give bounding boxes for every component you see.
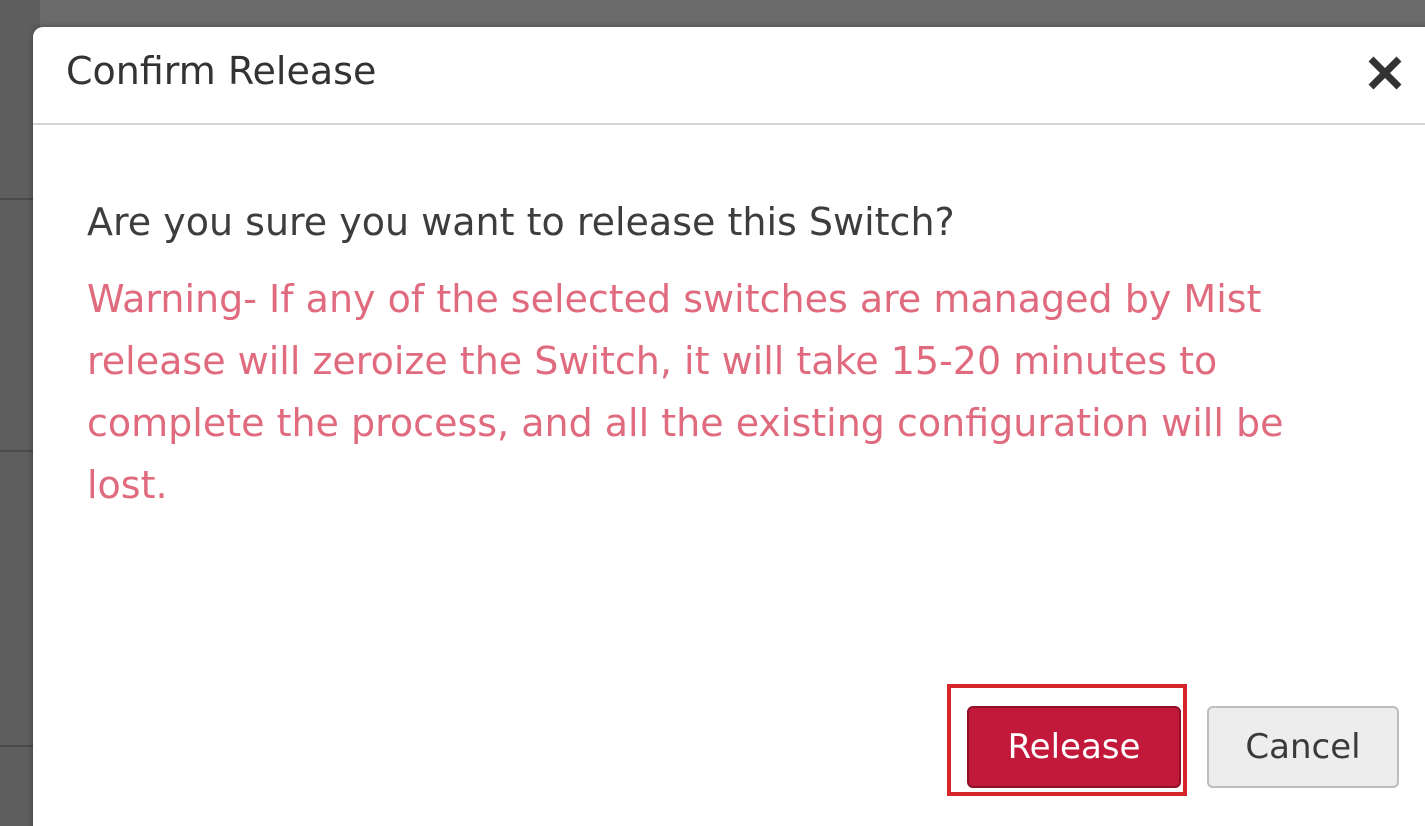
cancel-button[interactable]: Cancel <box>1207 706 1399 788</box>
dialog-body: Are you sure you want to release this Sw… <box>87 198 1327 516</box>
dialog-title: Confirm Release <box>66 49 377 93</box>
warning-message: Warning- If any of the selected switches… <box>87 277 1284 507</box>
confirmation-question: Are you sure you want to release this Sw… <box>87 200 955 244</box>
dialog-header: Confirm Release <box>33 27 1425 125</box>
close-icon[interactable] <box>1365 53 1405 93</box>
release-button[interactable]: Release <box>967 706 1181 788</box>
